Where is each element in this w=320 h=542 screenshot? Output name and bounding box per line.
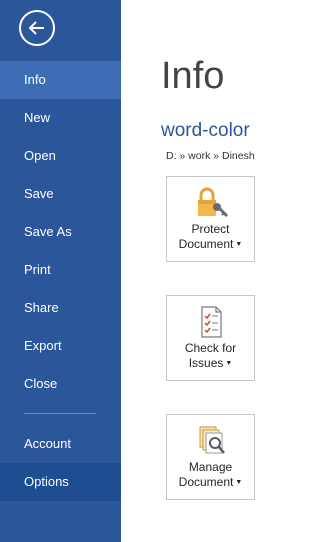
check-for-issues-button[interactable]: Check for Issues ▼ bbox=[166, 295, 255, 381]
nav-item-save[interactable]: Save bbox=[0, 175, 121, 213]
nav-item-new[interactable]: New bbox=[0, 99, 121, 137]
manage-document-icon bbox=[199, 426, 225, 454]
dropdown-caret-icon: ▼ bbox=[225, 360, 233, 367]
dropdown-caret-icon: ▼ bbox=[235, 479, 243, 486]
dropdown-caret-icon: ▼ bbox=[235, 241, 243, 248]
lock-key-icon bbox=[197, 187, 228, 218]
backstage-nav: Info New Open Save Save As Print Share E… bbox=[0, 0, 121, 542]
nav-item-open[interactable]: Open bbox=[0, 137, 121, 175]
nav-item-print[interactable]: Print bbox=[0, 251, 121, 289]
info-panel: Info word-color D: » work » Dinesh Prote… bbox=[121, 0, 270, 542]
protect-document-button[interactable]: Protect Document ▼ bbox=[166, 176, 255, 262]
nav-item-options[interactable]: Options bbox=[0, 463, 121, 501]
back-arrow-icon bbox=[28, 21, 44, 35]
checklist-icon bbox=[200, 306, 222, 338]
nav-item-account[interactable]: Account bbox=[0, 425, 121, 463]
nav-item-share[interactable]: Share bbox=[0, 289, 121, 327]
nav-item-info[interactable]: Info bbox=[0, 61, 121, 99]
document-path: D: » work » Dinesh bbox=[166, 150, 255, 162]
manage-document-button[interactable]: Manage Document ▼ bbox=[166, 414, 255, 500]
page-title: Info bbox=[161, 55, 225, 97]
nav-divider bbox=[24, 413, 96, 414]
back-button[interactable] bbox=[19, 10, 55, 46]
document-name: word-color bbox=[161, 120, 250, 141]
nav-item-save-as[interactable]: Save As bbox=[0, 213, 121, 251]
nav-item-close[interactable]: Close bbox=[0, 365, 121, 403]
nav-item-export[interactable]: Export bbox=[0, 327, 121, 365]
